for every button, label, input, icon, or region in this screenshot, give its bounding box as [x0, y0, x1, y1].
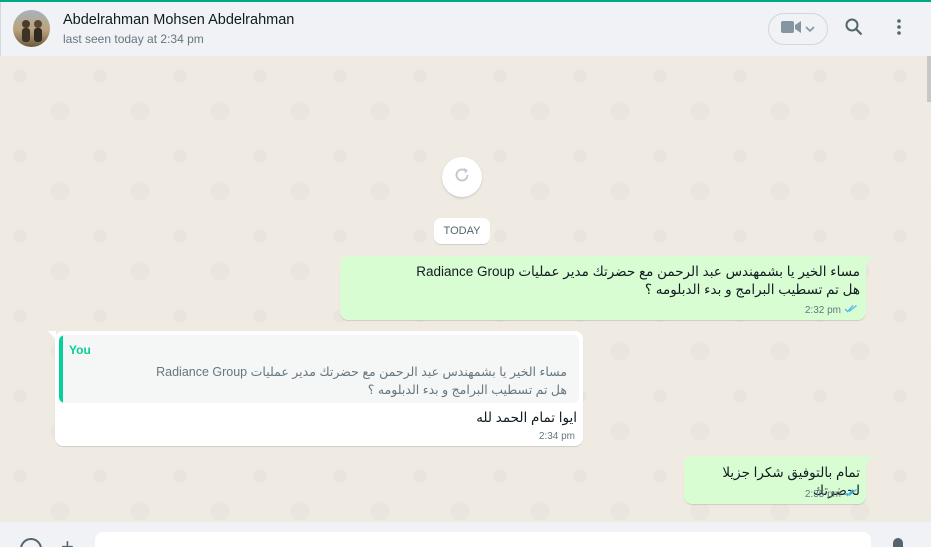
message-time: 2:35 pm: [804, 488, 841, 500]
video-camera-icon: [781, 20, 801, 39]
message-input[interactable]: [95, 532, 871, 547]
bubble-tail: [865, 456, 873, 465]
search-icon: [845, 18, 863, 41]
quoted-message[interactable]: You مساء الخير يا بشمهندس عبد الرحمن مع …: [59, 335, 579, 403]
load-more-button[interactable]: [442, 157, 482, 197]
search-button[interactable]: [841, 16, 867, 42]
message-bubble-outgoing[interactable]: تمام بالتوفيق شكرا جزيلا لحضرتك 2:35 pm: [684, 456, 873, 504]
kebab-menu-icon: [897, 18, 901, 40]
double-check-icon: [844, 304, 858, 316]
message-time: 2:32 pm: [804, 304, 841, 316]
quote-accent-bar: [59, 335, 63, 403]
menu-button[interactable]: [887, 16, 911, 42]
message-text: مساء الخير يا بشمهندس عبد الرحمن مع حضرت…: [416, 264, 860, 297]
quote-author: You: [69, 343, 91, 357]
message-meta: 2:35 pm: [805, 488, 858, 500]
chevron-down-icon: [805, 20, 815, 38]
contact-name[interactable]: Abdelrahman Mohsen Abdelrahman: [63, 12, 294, 28]
microphone-icon[interactable]: [893, 538, 903, 547]
date-divider: TODAY: [434, 218, 490, 244]
video-call-button[interactable]: [768, 13, 828, 45]
bubble-tail: [865, 256, 873, 265]
message-text: ايوا تمام الحمد لله: [476, 410, 577, 425]
message-composer[interactable]: +: [0, 522, 931, 547]
message-bubble-outgoing[interactable]: مساء الخير يا بشمهندس عبد الرحمن مع حضرت…: [340, 256, 873, 320]
contact-status: last seen today at 2:34 pm: [63, 32, 204, 46]
refresh-icon: [453, 166, 471, 189]
message-bubble-incoming[interactable]: You مساء الخير يا بشمهندس عبد الرحمن مع …: [48, 331, 583, 446]
message-meta: 2:32 pm: [805, 304, 858, 316]
quote-text: مساء الخير يا بشمهندس عبد الرحمن مع حضرت…: [156, 365, 567, 397]
chat-header[interactable]: Abdelrahman Mohsen Abdelrahman last seen…: [0, 2, 931, 56]
avatar[interactable]: [13, 10, 50, 47]
scrollbar[interactable]: [927, 56, 931, 102]
chat-messages-area[interactable]: TODAY مساء الخير يا بشمهندس عبد الرحمن م…: [0, 56, 931, 522]
message-time: 2:34 pm: [538, 431, 575, 442]
message-meta: 2:34 pm: [539, 431, 575, 442]
emoji-icon[interactable]: [20, 538, 42, 547]
double-check-icon: [844, 488, 858, 500]
bubble-tail: [48, 331, 56, 340]
plus-icon[interactable]: +: [61, 536, 74, 547]
